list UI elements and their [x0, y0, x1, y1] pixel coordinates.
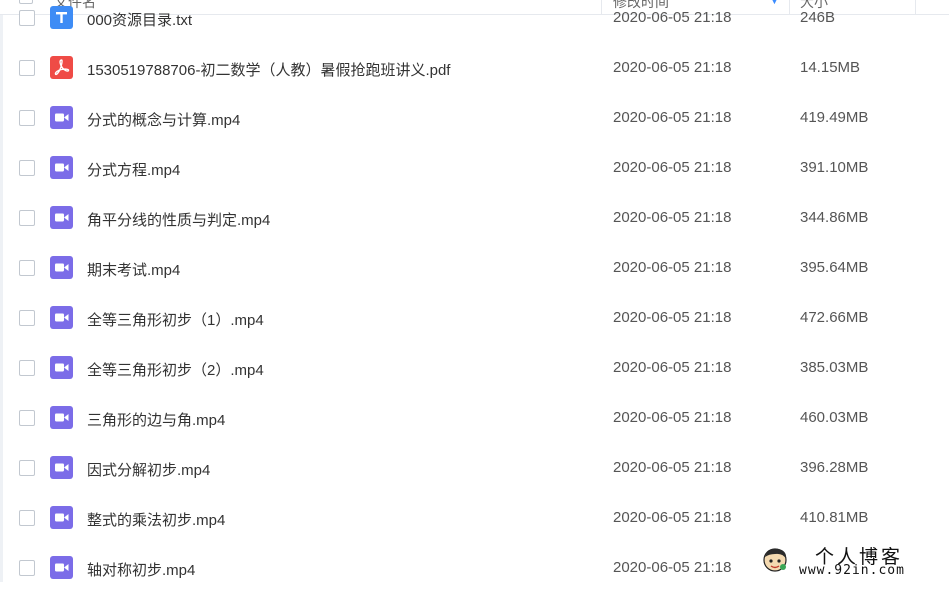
pdf-file-icon [50, 56, 73, 79]
row-checkbox[interactable] [19, 510, 35, 526]
file-name[interactable]: 全等三角形初步（2）.mp4 [87, 359, 264, 380]
row-checkbox[interactable] [19, 460, 35, 476]
file-name[interactable]: 分式的概念与计算.mp4 [87, 109, 240, 130]
row-checkbox[interactable] [19, 10, 35, 26]
file-row[interactable]: 角平分线的性质与判定.mp4 2020-06-05 21:18 344.86MB [0, 193, 949, 243]
file-modified-date: 2020-06-05 21:18 [613, 259, 732, 276]
file-row[interactable]: 整式的乘法初步.mp4 2020-06-05 21:18 410.81MB [0, 493, 949, 543]
file-name[interactable]: 三角形的边与角.mp4 [87, 409, 225, 430]
video-file-icon [50, 406, 73, 429]
file-modified-date: 2020-06-05 21:18 [613, 309, 732, 326]
txt-file-icon [50, 6, 73, 29]
row-checkbox[interactable] [19, 310, 35, 326]
file-name[interactable]: 000资源目录.txt [87, 9, 192, 30]
file-name[interactable]: 期末考试.mp4 [87, 259, 180, 280]
file-modified-date: 2020-06-05 21:18 [613, 209, 732, 226]
video-file-icon [50, 356, 73, 379]
video-file-icon [50, 106, 73, 129]
file-modified-date: 2020-06-05 21:18 [613, 9, 732, 26]
file-row[interactable]: 全等三角形初步（2）.mp4 2020-06-05 21:18 385.03MB [0, 343, 949, 393]
blog-watermark: 个人博客 www.92in.com [755, 540, 949, 582]
file-row[interactable]: 1530519788706-初二数学（人教）暑假抢跑班讲义.pdf 2020-06… [0, 43, 949, 93]
file-size: 419.49MB [800, 109, 869, 126]
file-modified-date: 2020-06-05 21:18 [613, 509, 732, 526]
row-checkbox[interactable] [19, 410, 35, 426]
file-modified-date: 2020-06-05 21:18 [613, 459, 732, 476]
row-checkbox[interactable] [19, 560, 35, 576]
row-checkbox[interactable] [19, 260, 35, 276]
file-size: 246B [800, 9, 836, 26]
file-name[interactable]: 因式分解初步.mp4 [87, 459, 210, 480]
file-name[interactable]: 角平分线的性质与判定.mp4 [87, 209, 270, 230]
file-size: 385.03MB [800, 359, 869, 376]
file-modified-date: 2020-06-05 21:18 [613, 59, 732, 76]
file-row[interactable]: 全等三角形初步（1）.mp4 2020-06-05 21:18 472.66MB [0, 293, 949, 343]
watermark-url: www.92in.com [799, 563, 905, 578]
file-name[interactable]: 分式方程.mp4 [87, 159, 180, 180]
file-row[interactable]: 因式分解初步.mp4 2020-06-05 21:18 396.28MB [0, 443, 949, 493]
file-size: 460.03MB [800, 409, 869, 426]
file-size: 410.81MB [800, 509, 869, 526]
file-modified-date: 2020-06-05 21:18 [613, 159, 732, 176]
file-row[interactable]: 三角形的边与角.mp4 2020-06-05 21:18 460.03MB [0, 393, 949, 443]
video-file-icon [50, 456, 73, 479]
row-checkbox[interactable] [19, 360, 35, 376]
file-name[interactable]: 1530519788706-初二数学（人教）暑假抢跑班讲义.pdf [87, 59, 450, 80]
row-checkbox[interactable] [19, 160, 35, 176]
row-checkbox[interactable] [19, 110, 35, 126]
file-size: 344.86MB [800, 209, 869, 226]
video-file-icon [50, 206, 73, 229]
file-row[interactable]: 分式方程.mp4 2020-06-05 21:18 391.10MB [0, 143, 949, 193]
video-file-icon [50, 256, 73, 279]
file-modified-date: 2020-06-05 21:18 [613, 359, 732, 376]
file-modified-date: 2020-06-05 21:18 [613, 409, 732, 426]
file-name[interactable]: 全等三角形初步（1）.mp4 [87, 309, 264, 330]
row-checkbox[interactable] [19, 60, 35, 76]
cartoon-avatar-icon [763, 548, 787, 572]
file-row[interactable]: 期末考试.mp4 2020-06-05 21:18 395.64MB [0, 243, 949, 293]
video-file-icon [50, 156, 73, 179]
video-file-icon [50, 506, 73, 529]
file-size: 14.15MB [800, 59, 861, 76]
file-size: 396.28MB [800, 459, 869, 476]
file-name[interactable]: 整式的乘法初步.mp4 [87, 509, 225, 530]
file-size: 395.64MB [800, 259, 869, 276]
file-modified-date: 2020-06-05 21:18 [613, 559, 732, 576]
file-size: 391.10MB [800, 159, 869, 176]
video-file-icon [50, 306, 73, 329]
file-row[interactable]: 000资源目录.txt 2020-06-05 21:18 246B [0, 0, 949, 43]
file-size: 472.66MB [800, 309, 869, 326]
video-file-icon [50, 556, 73, 579]
file-name[interactable]: 轴对称初步.mp4 [87, 559, 195, 580]
file-modified-date: 2020-06-05 21:18 [613, 109, 732, 126]
file-row[interactable]: 分式的概念与计算.mp4 2020-06-05 21:18 419.49MB [0, 93, 949, 143]
row-checkbox[interactable] [19, 210, 35, 226]
